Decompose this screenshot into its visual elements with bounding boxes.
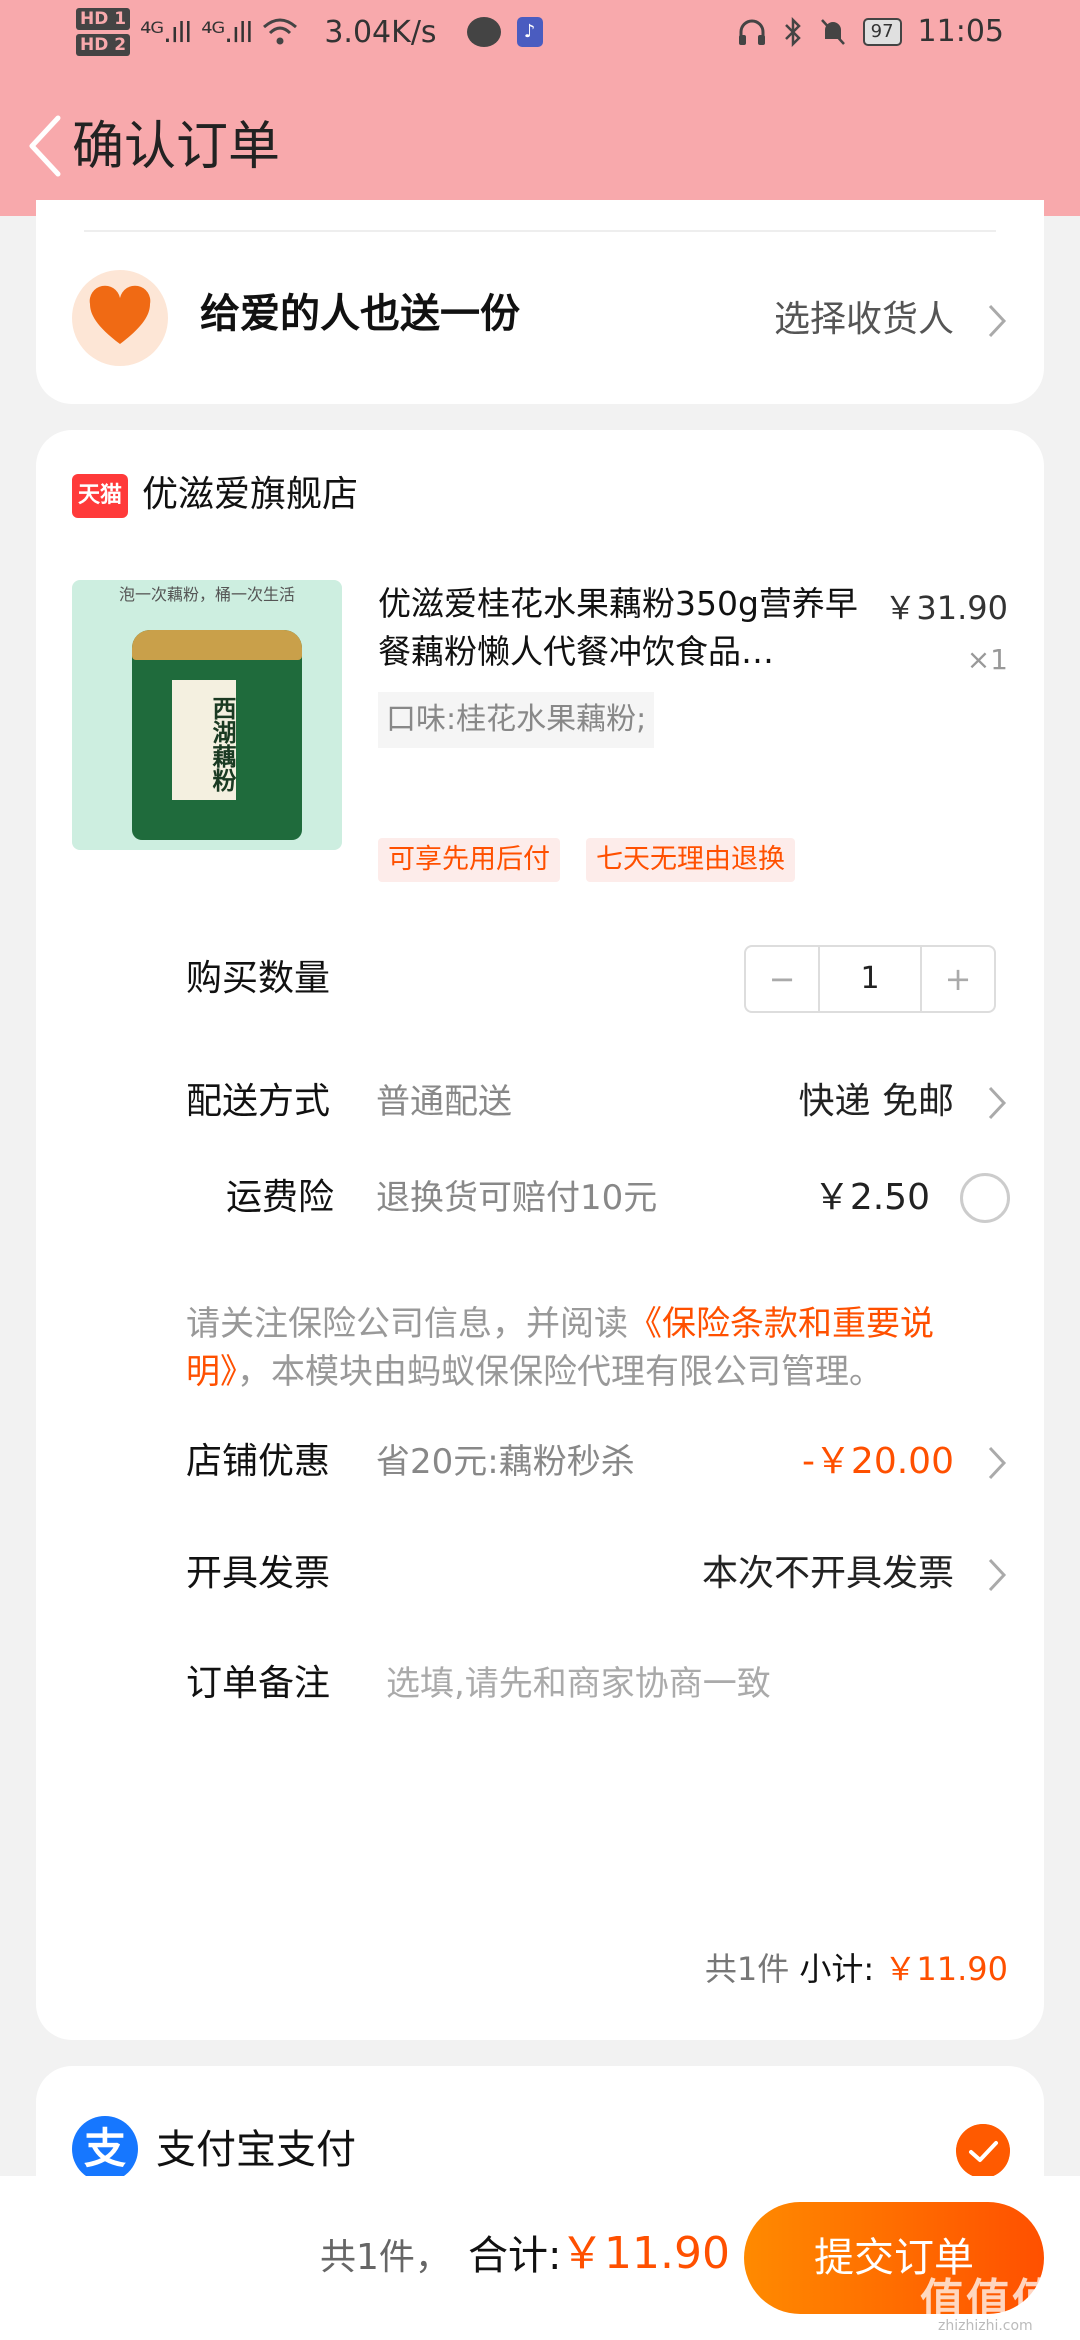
invoice-label: 开具发票 <box>186 1553 331 1594</box>
chevron-right-icon <box>988 304 1007 338</box>
gift-label: 给爱的人也送一份 <box>200 291 520 337</box>
minus-button[interactable]: − <box>746 947 818 1011</box>
order-note-label: 订单备注 <box>186 1663 331 1704</box>
product-image[interactable]: 泡一次藕粉，桶一次生活 西湖藕粉 <box>72 580 342 850</box>
discount-value[interactable]: -￥20.00 <box>802 1436 954 1488</box>
insurance-price: ￥2.50 <box>813 1177 930 1218</box>
can-lid <box>132 630 302 660</box>
alipay-icon: 支 <box>72 2116 138 2182</box>
select-recipient-link[interactable]: 选择收货人 <box>774 294 954 346</box>
insurance-note-tail: ，本模块由蚂蚁保保险代理有限公司管理。 <box>237 1352 883 1392</box>
chevron-right-icon <box>988 1086 1007 1120</box>
back-arrow-icon[interactable] <box>22 112 70 180</box>
page-header: 确认订单 <box>0 76 1080 216</box>
total-amount: ￥11.90 <box>560 2228 730 2279</box>
store-name[interactable]: 优滋爱旗舰店 <box>142 466 358 524</box>
chevron-right-icon <box>988 1446 1007 1480</box>
checkmark-icon[interactable] <box>956 2124 1010 2178</box>
shipping-method: 普通配送 <box>376 1082 512 1122</box>
product-image-label: 西湖藕粉 <box>172 680 236 800</box>
page-title: 确认订单 <box>72 117 281 177</box>
divider <box>84 230 996 232</box>
item-count: 共1件 <box>704 1950 790 1988</box>
product-quantity: ×1 <box>966 643 1008 676</box>
chevron-right-icon <box>988 1558 1007 1592</box>
headphones-icon <box>738 19 765 45</box>
product-title[interactable]: 优滋爱桂花水果藕粉350g营养早餐藕粉懒人代餐冲饮食品… <box>378 580 878 676</box>
hd1-badge: HD 1 <box>76 8 131 30</box>
product-spec: 口味:桂花水果藕粉; <box>378 692 655 748</box>
discount-label: 店铺优惠 <box>186 1441 331 1482</box>
bluetooth-icon <box>784 16 801 47</box>
order-note-input[interactable]: 选填,请先和商家协商一致 <box>386 1658 771 1710</box>
bottom-bar: 共1件， 合计: ￥11.90 提交订单 <box>0 2176 1080 2340</box>
invoice-value[interactable]: 本次不开具发票 <box>702 1548 954 1600</box>
product-price: ￥31.90 <box>884 589 1008 627</box>
wifi-icon <box>263 18 298 45</box>
order-summary: 共1件 小计: ￥11.90 <box>705 1945 1008 1993</box>
insurance-note: 请关注保险公司信息，并阅读《保险条款和重要说明》，本模块由蚂蚁保保险代理有限公司… <box>186 1300 1016 1396</box>
subtotal-value: ￥11.90 <box>884 1950 1008 1988</box>
status-bar: HD 1 HD 2 ⁴ᴳ.ıll ⁴ᴳ.ıll 3.04K/s ♪ 97 11:… <box>0 0 1080 76</box>
quantity-input[interactable]: 1 <box>818 947 922 1011</box>
hd2-badge: HD 2 <box>76 34 131 56</box>
shipping-value[interactable]: 快递 免邮 <box>799 1076 954 1128</box>
tag-pay-later: 可享先用后付 <box>378 838 560 882</box>
discount-description: 省20元:藕粉秒杀 <box>376 1442 635 1482</box>
plus-button[interactable]: + <box>922 947 994 1011</box>
status-left: HD 1 HD 2 ⁴ᴳ.ıll ⁴ᴳ.ıll 3.04K/s ♪ <box>76 8 543 56</box>
order-card: 天猫 优滋爱旗舰店 泡一次藕粉，桶一次生活 西湖藕粉 优滋爱桂花水果藕粉350g… <box>36 430 1044 2040</box>
insurance-note-text: 请关注保险公司信息，并阅读 <box>186 1304 628 1344</box>
insurance-radio[interactable] <box>960 1173 1010 1223</box>
product-image-caption: 泡一次藕粉，桶一次生活 <box>118 585 295 604</box>
gift-avatar <box>72 270 168 366</box>
tmall-badge: 天猫 <box>72 474 128 518</box>
heart-icon <box>89 285 151 344</box>
signal-icon-2: ⁴ᴳ.ıll <box>201 15 253 49</box>
gift-card[interactable]: 给爱的人也送一份 选择收货人 <box>36 200 1044 404</box>
hd-indicator: HD 1 HD 2 <box>76 8 131 56</box>
insurance-description: 退换货可赔付10元 <box>376 1178 658 1218</box>
quantity-stepper: − 1 + <box>744 945 996 1013</box>
signal-icon-1: ⁴ᴳ.ıll <box>140 15 192 49</box>
shipping-label: 配送方式 <box>186 1081 331 1122</box>
top-bar: HD 1 HD 2 ⁴ᴳ.ıll ⁴ᴳ.ıll 3.04K/s ♪ 97 11:… <box>0 0 1080 216</box>
total-item-count: 共1件， <box>320 2237 451 2278</box>
watermark-url: zhizhizhi.com <box>938 2318 1033 2334</box>
status-right: 97 11:05 <box>737 14 1004 49</box>
mute-bell-icon <box>820 18 845 45</box>
payment-method-label: 支付宝支付 <box>156 2127 356 2173</box>
network-speed: 3.04K/s <box>324 14 437 50</box>
clock: 11:05 <box>917 14 1004 49</box>
tag-free-return: 七天无理由退换 <box>586 838 795 882</box>
insurance-label: 运费险 <box>226 1177 335 1218</box>
product-can: 西湖藕粉 <box>132 630 302 840</box>
subtotal-label: 小计: <box>799 1950 875 1988</box>
wechat-icon <box>466 17 501 47</box>
quantity-label: 购买数量 <box>186 958 331 999</box>
music-icon: ♪ <box>516 17 543 47</box>
battery-indicator: 97 <box>862 17 902 46</box>
total-label: 合计: <box>468 2233 562 2279</box>
